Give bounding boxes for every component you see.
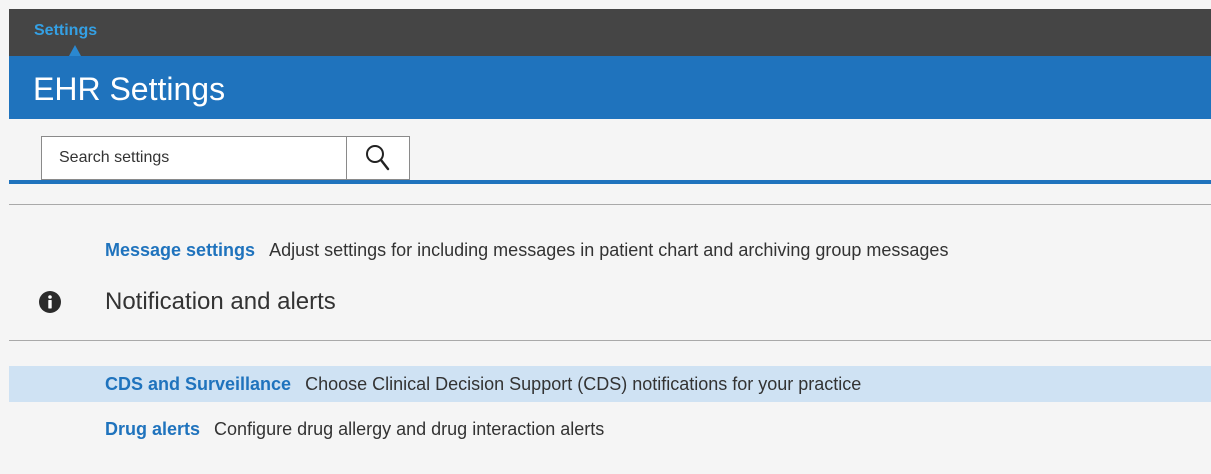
page-title: EHR Settings	[33, 71, 226, 107]
info-icon	[39, 291, 61, 313]
setting-row-cds-and-surveillance: CDS and Surveillance Choose Clinical Deci…	[9, 366, 1211, 402]
top-navigation-bar: Settings	[9, 9, 1211, 56]
search-icon	[366, 145, 390, 171]
page-header: EHR Settings	[9, 56, 1211, 119]
search-bar	[41, 136, 410, 180]
section-divider	[9, 204, 1211, 205]
setting-row-message-settings: Message settings Adjust settings for incl…	[9, 232, 1211, 268]
section-divider	[9, 340, 1211, 341]
search-input[interactable]	[41, 136, 346, 180]
setting-label: Drug alerts	[105, 419, 201, 439]
setting-label: Message settings	[105, 240, 256, 260]
setting-row-drug-alerts: Drug alerts Configure drug allergy and dr…	[9, 411, 1211, 447]
setting-label: CDS and Surveillance	[105, 374, 292, 394]
section-title: Notification and alerts	[105, 288, 336, 315]
ehr-settings-page: Settings EHR Settings Message settings Ad…	[0, 0, 1211, 474]
cds-and-surveillance-link[interactable]: CDS and Surveillance Choose Clinical Deci…	[105, 366, 861, 402]
section-notification-and-alerts: Notification and alerts	[9, 283, 1211, 321]
header-divider	[9, 180, 1211, 184]
setting-description: Adjust settings for including messages i…	[269, 240, 949, 260]
search-button[interactable]	[346, 136, 410, 180]
message-settings-link[interactable]: Message settings Adjust settings for incl…	[105, 232, 948, 268]
setting-description: Configure drug allergy and drug interact…	[214, 419, 605, 439]
breadcrumb-settings[interactable]: Settings	[34, 22, 97, 40]
setting-description: Choose Clinical Decision Support (CDS) n…	[305, 374, 862, 394]
active-caret-icon	[69, 45, 81, 56]
drug-alerts-link[interactable]: Drug alerts Configure drug allergy and dr…	[105, 411, 604, 447]
